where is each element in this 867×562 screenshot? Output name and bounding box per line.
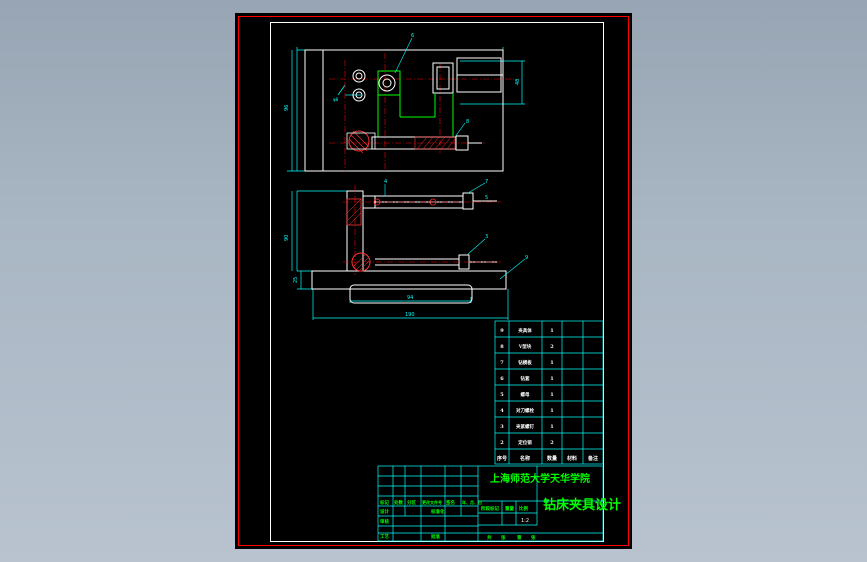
balloon-3: 3 xyxy=(485,234,488,240)
drawing-sheet[interactable]: 96 48 φ8 6 8 90 25 94 190 4 7 5 3 9 9 夹具… xyxy=(235,13,632,549)
parts-row-qty: 1 xyxy=(550,408,553,414)
tb-label-standard: 标准化 xyxy=(430,508,445,515)
tb-weight: 重量 xyxy=(505,505,514,512)
parts-row-name: 夹紧螺钉 xyxy=(516,423,534,430)
tb-label-date: 年、月、日 xyxy=(462,499,482,505)
tb-label-mark: 标记 xyxy=(379,499,389,506)
tb-footer-no: 第 xyxy=(517,534,522,541)
balloon-8: 8 xyxy=(466,119,469,125)
dim-top-height: 96 xyxy=(284,105,290,111)
parts-row-name: 对刀螺栓 xyxy=(516,407,534,414)
inner-border xyxy=(270,22,604,542)
tb-label-count: 处数 xyxy=(393,499,403,506)
parts-row-name: 钻套 xyxy=(521,375,530,382)
balloon-4: 4 xyxy=(384,179,387,185)
tb-school-name: 上海师范大学天华学院 xyxy=(490,472,590,485)
parts-header-no: 序号 xyxy=(496,455,507,462)
top-view: 96 48 φ8 6 8 xyxy=(284,33,525,172)
dim-front-bottom: 25 xyxy=(293,277,299,283)
dim-base-inner: 94 xyxy=(407,295,413,301)
parts-row-qty: 2 xyxy=(550,344,554,350)
parts-row-qty: 1 xyxy=(550,376,553,382)
dim-top-right: 48 xyxy=(515,79,521,85)
parts-row-no: 3 xyxy=(500,424,504,430)
parts-row-name: 夹具体 xyxy=(518,327,532,334)
title-block: 标记 处数 分区 更改文件号 签名 年、月、日 设计 标准化 审核 工艺 批准 … xyxy=(377,465,621,542)
tb-footer-sheet1: 张 xyxy=(501,534,506,541)
parts-list: 9 夹具体 1 8 V型块 2 7 钻模板 1 6 钻套 1 5 螺母 1 4 对刀螺栓 1 3 夹紧螺钉 1 2 定位销 2… xyxy=(494,320,604,465)
tb-label-design: 设计 xyxy=(380,508,389,515)
parts-header-qty: 数量 xyxy=(547,455,557,462)
parts-row-no: 7 xyxy=(500,360,504,366)
tb-label-review: 审核 xyxy=(380,518,389,525)
parts-row-name: 定位销 xyxy=(518,439,532,446)
balloon-6: 6 xyxy=(411,33,414,39)
parts-header-note: 备注 xyxy=(587,455,598,462)
balloon-5: 5 xyxy=(485,195,488,201)
parts-row-no: 2 xyxy=(500,440,504,446)
parts-row-qty: 1 xyxy=(550,328,553,334)
parts-row-name: 钻模板 xyxy=(518,359,532,366)
parts-row-name: V型块 xyxy=(518,343,532,350)
dim-top-label: φ8 xyxy=(333,97,339,102)
tb-scale-label: 比例 xyxy=(519,505,528,512)
parts-row-qty: 2 xyxy=(550,440,554,446)
parts-header-material: 材料 xyxy=(567,455,577,462)
tb-label-approve: 批准 xyxy=(431,533,440,540)
parts-row-name: 螺母 xyxy=(521,391,530,398)
tb-drawing-title: 钻床夹具设计 xyxy=(543,497,621,513)
parts-row-no: 4 xyxy=(500,408,504,414)
parts-row-qty: 1 xyxy=(550,360,553,366)
tb-label-process: 工艺 xyxy=(380,533,389,540)
parts-row-no: 9 xyxy=(500,328,504,334)
balloon-9: 9 xyxy=(525,255,528,261)
tb-footer-total: 共 xyxy=(487,534,492,541)
tb-label-doc: 更改文件号 xyxy=(422,499,442,505)
parts-row-qty: 1 xyxy=(550,392,553,398)
parts-row-qty: 1 xyxy=(550,424,553,430)
parts-header-name: 名称 xyxy=(520,455,530,462)
dim-front-height: 90 xyxy=(284,235,290,241)
parts-row-no: 5 xyxy=(500,392,504,398)
parts-row-no: 8 xyxy=(500,344,504,350)
cad-viewport[interactable]: 96 48 φ8 6 8 90 25 94 190 4 7 5 3 9 9 夹具… xyxy=(0,0,867,562)
front-view: 90 25 94 190 4 7 5 3 9 xyxy=(284,179,528,320)
tb-scale-value: 1:2 xyxy=(521,518,529,524)
tb-label-sign: 签名 xyxy=(445,499,455,506)
dim-base-total: 190 xyxy=(405,312,415,318)
parts-row-no: 6 xyxy=(500,376,504,382)
balloon-7: 7 xyxy=(485,179,488,185)
tb-footer-sheet2: 张 xyxy=(531,534,536,541)
tb-stage-mark: 阶段标记 xyxy=(481,505,499,512)
tb-label-zone: 分区 xyxy=(407,499,416,506)
